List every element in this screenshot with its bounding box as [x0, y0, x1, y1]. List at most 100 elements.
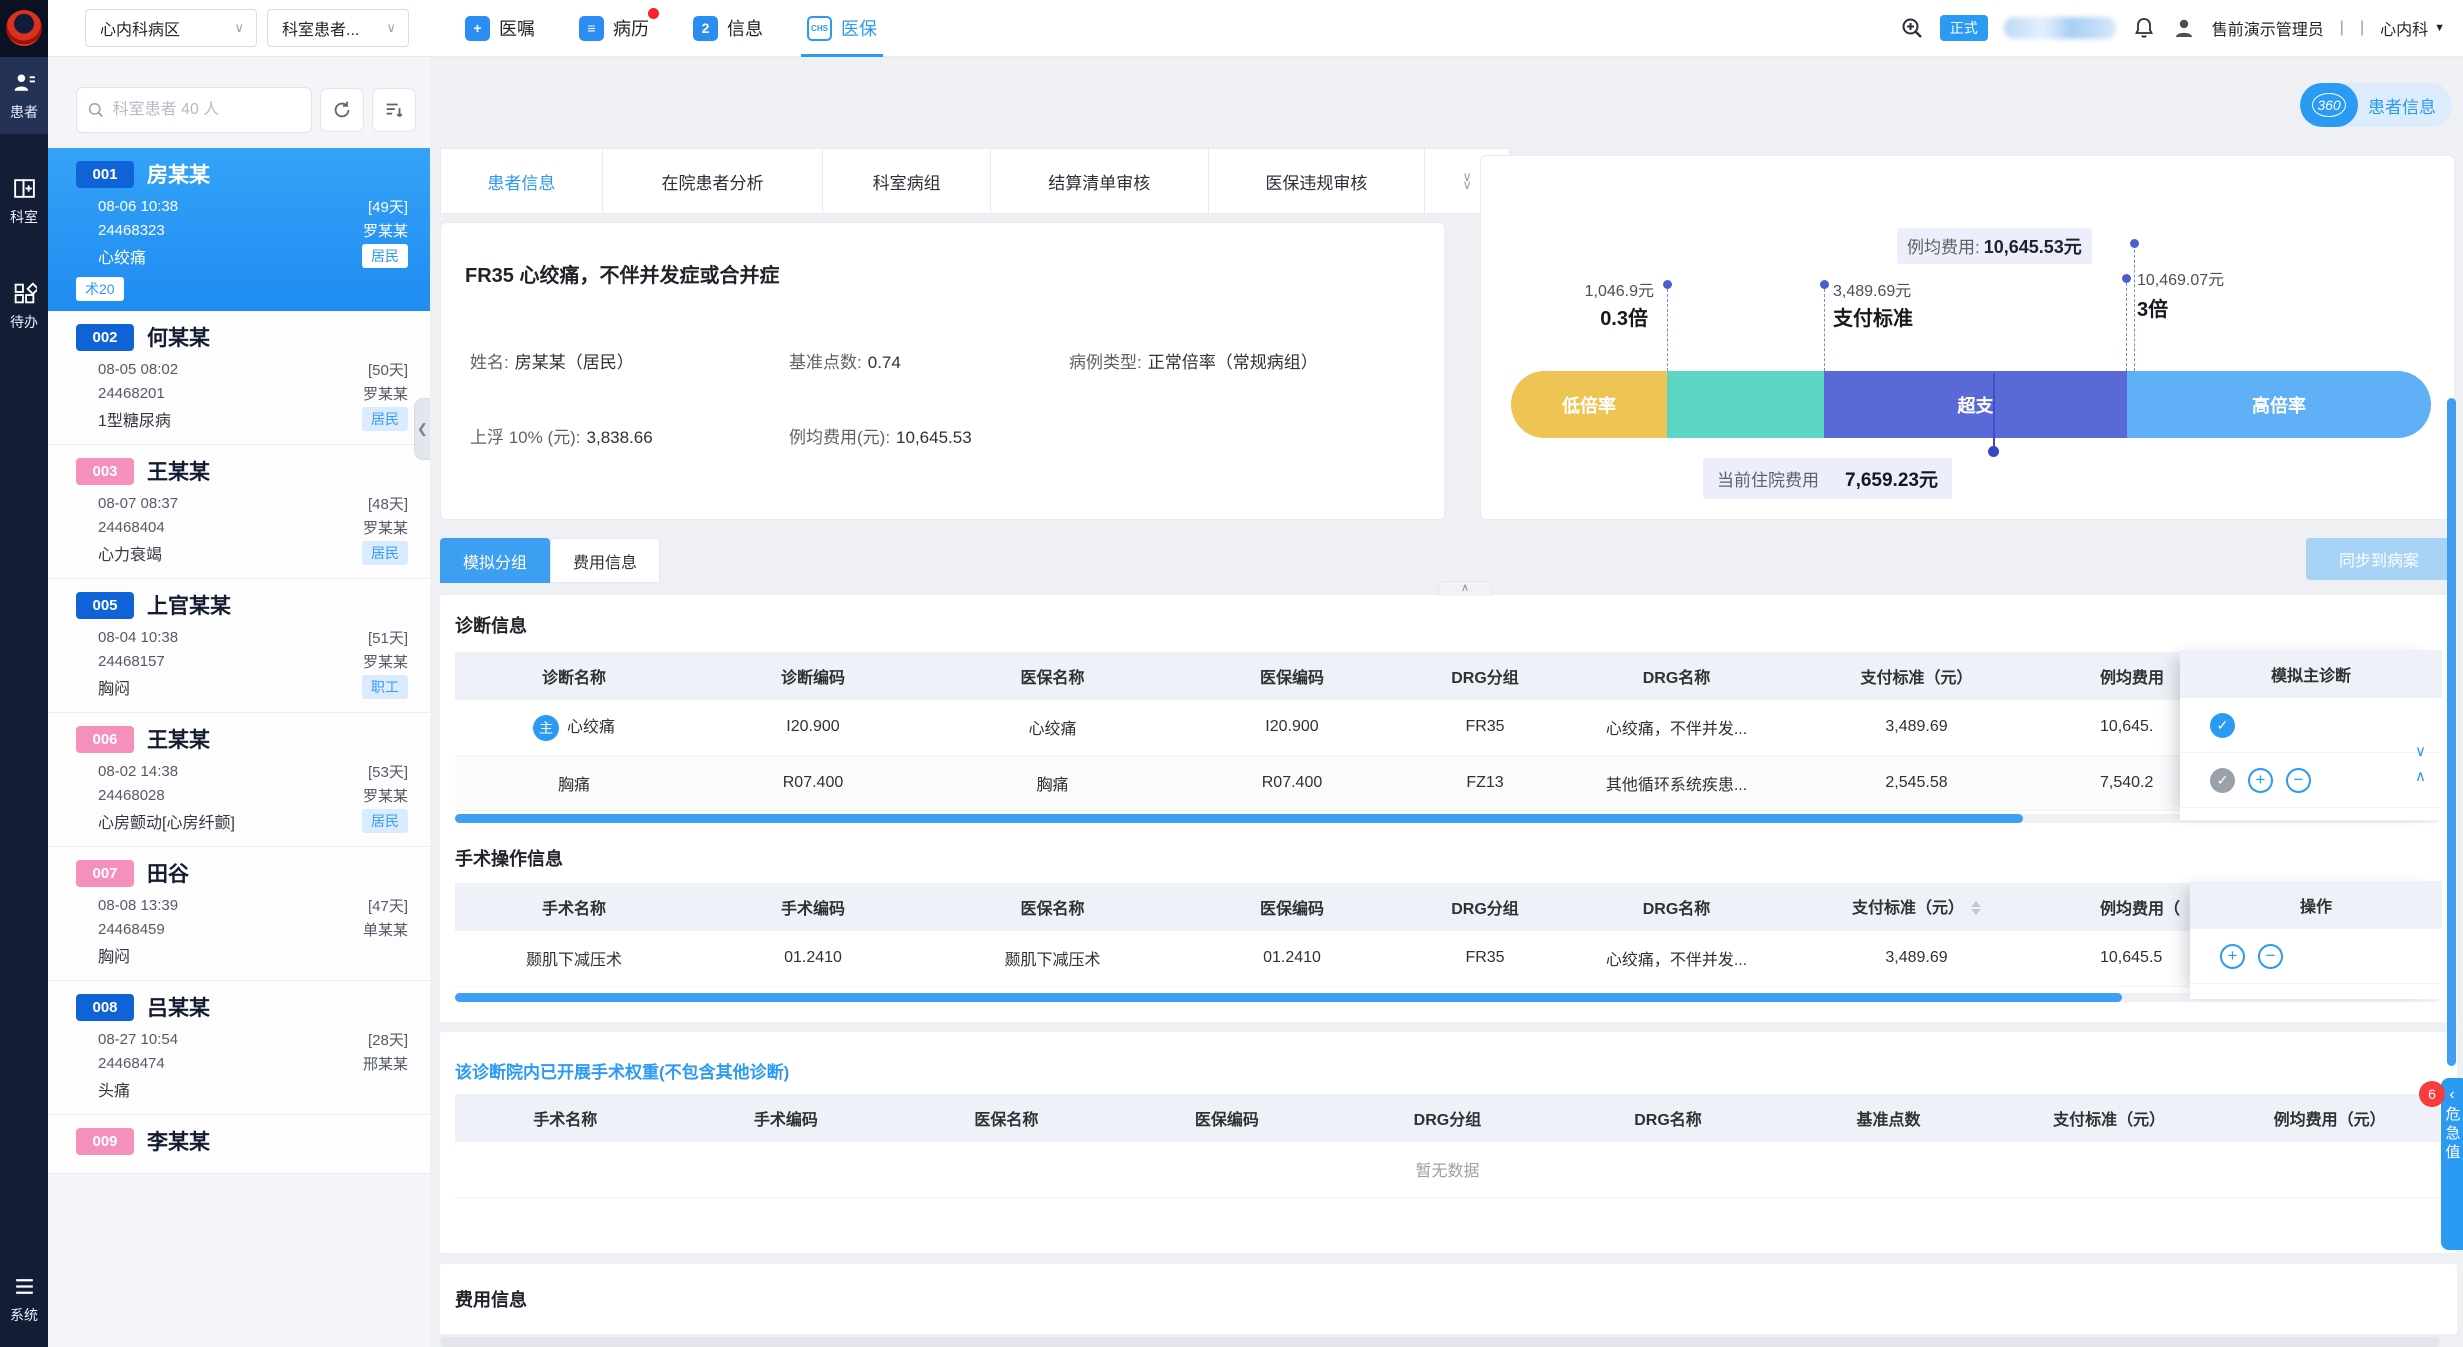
remove-circle-icon[interactable]: − [2286, 768, 2311, 793]
col-header: 医保编码 [1172, 652, 1412, 700]
insurance-code: R07.400 [1172, 755, 1412, 810]
nav-message[interactable]: 2 信息 [687, 0, 769, 57]
bed-number-badge: 009 [76, 1128, 134, 1155]
collapse-patient-list-handle[interactable]: ❮ [414, 398, 430, 460]
drg-info-card: FR35 心绞痛，不伴并发症或合并症 姓名:房某某（居民） 基准点数:0.74 … [440, 222, 1445, 520]
patient-card[interactable]: 007 田谷 08-08 13:39[47天] 24468459单某某 胸闷 [48, 847, 430, 981]
environment-badge: 正式 [1940, 15, 1988, 41]
diagnosis: 心房颤动[心房纤颤] [98, 809, 235, 833]
field-value: 3,838.66 [587, 428, 653, 447]
col-header-sortable[interactable]: 支付标准（元） [1795, 883, 2038, 931]
tab-inpatient-analysis[interactable]: 在院患者分析 [603, 149, 824, 213]
check-circle-icon[interactable]: ✓ [2210, 713, 2235, 738]
nav-records[interactable]: ≡ 病历 [573, 0, 655, 57]
sync-to-record-button[interactable]: 同步到病案 [2306, 538, 2452, 580]
department-name: 心内科 [2380, 16, 2428, 40]
check-circle-gray-icon[interactable]: ✓ [2210, 768, 2235, 793]
surgery-weights-panel: 该诊断院内已开展手术权重(不包含其他诊断) 手术名称 手术编码 医保名称 医保编… [440, 1032, 2457, 1253]
stay-days: [51天] [368, 627, 408, 648]
col-header: 诊断名称 [455, 652, 693, 700]
patient-card[interactable]: 003 王某某 08-07 08:37[48天] 24468404罗某某 心力衰… [48, 445, 430, 579]
subtab-fee-info[interactable]: 费用信息 [550, 538, 660, 583]
horizontal-scrollbar-track[interactable] [440, 1337, 2440, 1347]
sort-button[interactable] [372, 88, 416, 132]
patient-card[interactable]: 005 上官某某 08-04 10:38[51天] 24468157罗某某 胸闷… [48, 579, 430, 713]
table-row[interactable]: 颞肌下减压术 01.2410 颞肌下减压术 01.2410 FR35 心绞痛，不… [455, 931, 2440, 986]
user-icon[interactable] [2172, 16, 2196, 40]
group-subtabs: 模拟分组 费用信息 [440, 538, 660, 583]
patient-cards: 001 房某某 08-06 10:38[49天] 24468323罗某某 心绞痛… [48, 148, 430, 1174]
critical-value-tab[interactable]: ‹ 危急值 [2441, 1078, 2463, 1250]
field-label: 例均费用(元): [789, 428, 890, 447]
move-up-icon[interactable]: ∧ [2415, 767, 2426, 785]
patient-360-badge[interactable]: 360 患者信息 [2300, 83, 2452, 127]
ward-select[interactable]: 心内科病区 ∨ [85, 9, 257, 47]
diagnosis-hscrollbar[interactable] [455, 814, 2440, 823]
patient-search-box [76, 87, 312, 133]
doctor-name: 罗某某 [363, 220, 408, 241]
simulated-main-diagnosis-column: 模拟主诊断 ✓ ∨ ✓ + − ∧ [2180, 650, 2442, 820]
redacted-hospital-name [2004, 17, 2116, 39]
rail-item-label: 系统 [10, 1305, 38, 1325]
subtab-simulated-grouping[interactable]: 模拟分组 [440, 538, 550, 583]
surgery-name: 颞肌下减压术 [455, 931, 693, 986]
col-header: DRG分组 [1412, 652, 1558, 700]
col-header: DRG名称 [1558, 1094, 1779, 1142]
marker-label: 支付标准 [1833, 302, 1913, 331]
patient-card[interactable]: 009 李某某 [48, 1115, 430, 1174]
tab-settlement-audit[interactable]: 结算清单审核 [991, 149, 1209, 213]
add-circle-icon[interactable]: + [2248, 768, 2273, 793]
table-row[interactable]: 胸痛 R07.400 胸痛 R07.400 FZ13 其他循环系统疾患... 2… [455, 755, 2440, 810]
nav-orders[interactable]: + 医嘱 [459, 0, 541, 57]
rail-item-patients[interactable]: 患者 [0, 57, 48, 134]
tab-patient-info[interactable]: 患者信息 [441, 149, 603, 213]
insurance-name: 颞肌下减压术 [933, 931, 1172, 986]
department-switcher[interactable]: 心内科 ▼ [2380, 16, 2445, 40]
remove-circle-icon[interactable]: − [2258, 944, 2283, 969]
marker-dashline [1667, 289, 1668, 371]
patient-list-panel: 001 房某某 08-06 10:38[49天] 24468323罗某某 心绞痛… [48, 57, 430, 1347]
nav-insurance[interactable]: CHS 医保 [801, 0, 883, 57]
admit-date: 08-06 10:38 [98, 198, 178, 215]
rail-item-system[interactable]: 系统 [0, 1260, 48, 1337]
surgery-code: 01.2410 [693, 931, 933, 986]
admit-date: 08-27 10:54 [98, 1031, 178, 1048]
tab-violation-audit[interactable]: 医保违规审核 [1209, 149, 1426, 213]
surgery-hscrollbar[interactable] [455, 993, 2440, 1002]
avg-cost-dashline [2134, 250, 2135, 371]
drg-name: 其他循环系统疾患... [1558, 755, 1795, 810]
marker-dot [1663, 280, 1672, 289]
patient-card[interactable]: 001 房某某 08-06 10:38[49天] 24468323罗某某 心绞痛… [48, 148, 430, 311]
patient-name: 田谷 [147, 858, 189, 888]
segment-high-rate: 高倍率 [2127, 371, 2431, 438]
rail-item-department[interactable]: 科室 [0, 162, 48, 239]
refresh-button[interactable] [320, 88, 364, 132]
patient-id: 24468157 [98, 653, 165, 670]
marker-dashline [2126, 283, 2127, 371]
avg-cost-badge: 例均费用:10,645.53元 [1897, 228, 2092, 264]
add-circle-icon[interactable]: + [2220, 944, 2245, 969]
patient-card[interactable]: 006 王某某 08-02 14:38[53天] 24468028罗某某 心房颤… [48, 713, 430, 847]
field-value: 房某某（居民） [515, 353, 634, 372]
collapse-panel-handle[interactable]: ∧ [1438, 581, 1492, 596]
tab-dept-groups[interactable]: 科室病组 [823, 149, 991, 213]
move-down-icon[interactable]: ∨ [2415, 742, 2426, 760]
table-row[interactable]: 主心绞痛 I20.900 心绞痛 I20.900 FR35 心绞痛，不伴并发..… [455, 700, 2440, 755]
zoom-search-icon[interactable] [1900, 16, 1924, 40]
drg-group-title: FR35 心绞痛，不伴并发症或合并症 [465, 259, 779, 288]
vertical-scrollbar[interactable] [2447, 398, 2456, 1066]
stay-days: [28天] [368, 1029, 408, 1050]
bell-icon[interactable] [2132, 16, 2156, 40]
patient-search-input[interactable] [113, 101, 301, 119]
doctor-name: 罗某某 [363, 517, 408, 538]
marker-dot [2122, 274, 2131, 283]
rail-item-todo[interactable]: 待办 [0, 267, 48, 344]
diagnosis: 胸闷 [98, 943, 130, 967]
chevron-down-icon: ∨ [386, 20, 396, 36]
patient-card[interactable]: 008 吕某某 08-27 10:54[28天] 24468474邢某某 头痛 [48, 981, 430, 1115]
marker-dashline [1824, 289, 1825, 371]
diagnosis: 头痛 [98, 1077, 130, 1101]
scope-select[interactable]: 科室患者... ∨ [267, 9, 409, 47]
patient-card[interactable]: 002 何某某 08-05 08:02[50天] 24468201罗某某 1型糖… [48, 311, 430, 445]
fee-info-panel: 费用信息 [440, 1264, 2457, 1334]
